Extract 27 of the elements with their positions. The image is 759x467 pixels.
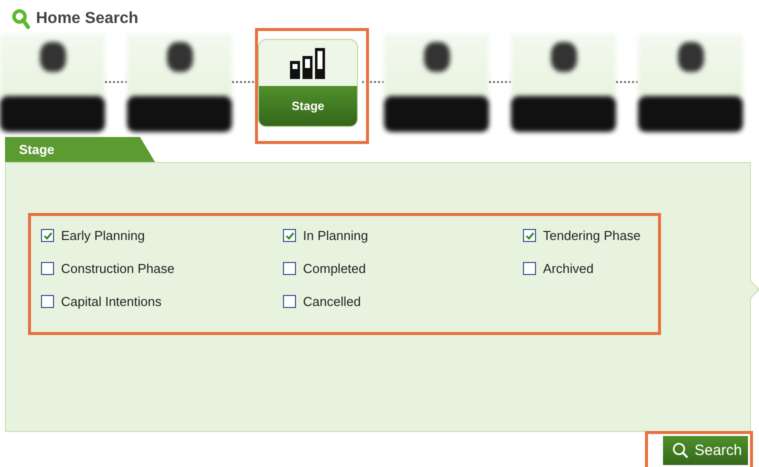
checkbox[interactable] — [41, 295, 54, 308]
checkbox[interactable] — [41, 262, 54, 275]
stage-step-tile[interactable]: Stage — [258, 39, 358, 127]
blurred-step-tile[interactable] — [511, 34, 616, 132]
blurred-step-tile[interactable] — [384, 34, 489, 132]
option-label: Capital Intentions — [61, 294, 162, 309]
option-label: Construction Phase — [61, 261, 174, 276]
checkbox[interactable] — [523, 229, 536, 242]
checkbox[interactable] — [283, 229, 296, 242]
checkbox[interactable] — [283, 295, 296, 308]
option-label: Completed — [303, 261, 366, 276]
bar-chart-icon — [289, 46, 327, 80]
option-label: Cancelled — [303, 294, 361, 309]
option-label: Early Planning — [61, 228, 145, 243]
checkbox[interactable] — [283, 262, 296, 275]
search-button[interactable]: Search — [663, 436, 748, 465]
page-title: Home Search — [36, 10, 138, 28]
blurred-step-tile[interactable] — [0, 34, 105, 132]
search-icon — [672, 442, 690, 459]
option-label: Tendering Phase — [543, 228, 641, 243]
search-icon — [12, 9, 30, 29]
blurred-step-tile[interactable] — [638, 34, 743, 132]
option-label: In Planning — [303, 228, 368, 243]
blurred-step-tile[interactable] — [127, 34, 232, 132]
option-label: Archived — [543, 261, 594, 276]
checkbox[interactable] — [41, 229, 54, 242]
checkbox[interactable] — [523, 262, 536, 275]
